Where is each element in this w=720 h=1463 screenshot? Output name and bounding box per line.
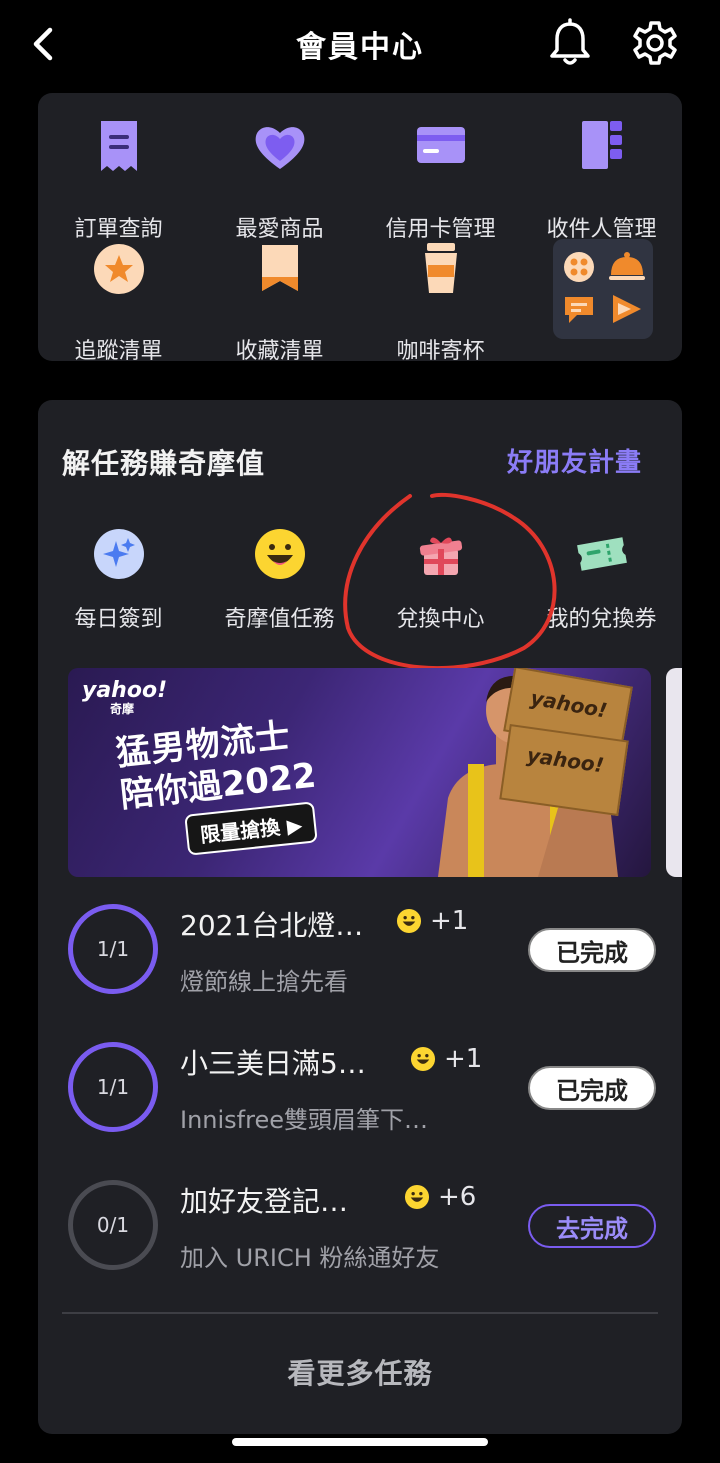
- star-badge-icon: [93, 244, 144, 294]
- section-title: 解任務賺奇摩值: [62, 447, 266, 480]
- tab-label: 奇摩值任務: [224, 607, 335, 632]
- quick-links-card: 訂單查詢 最愛商品 信用卡管理 收件人管理 追蹤清單 收藏清單 咖啡寄杯: [38, 93, 682, 364]
- task-name: 加好友登記…: [180, 1185, 349, 1218]
- task-points: +6: [404, 1182, 476, 1212]
- progress-ring: 1/1: [68, 1042, 158, 1132]
- heart-icon: [255, 127, 304, 169]
- points-value: +6: [438, 1182, 477, 1212]
- promo-banner[interactable]: yahoo! 奇摩 猛男物流士 陪你過2022 限量搶換 ▶ yahoo! ya…: [68, 668, 651, 877]
- task-status-button[interactable]: 已完成: [528, 1066, 656, 1110]
- home-indicator[interactable]: [232, 1438, 488, 1446]
- sparkle-icon: [93, 529, 144, 579]
- task-description: 燈節線上搶先看: [180, 968, 348, 996]
- ticket-icon: [576, 537, 627, 571]
- more-tasks-button[interactable]: 看更多任務: [38, 1352, 682, 1392]
- task-name: 2021台北燈…: [180, 909, 364, 942]
- task-description: 加入 URICH 粉絲通好友: [180, 1244, 440, 1272]
- task-status-button[interactable]: 已完成: [528, 928, 656, 972]
- receipt-icon: [100, 121, 137, 171]
- banner-cta-button[interactable]: 限量搶換 ▶: [184, 801, 319, 856]
- progress-ring: 0/1: [68, 1180, 158, 1270]
- smiley-icon: [410, 1046, 436, 1072]
- task-row: 0/1 加好友登記… +6 加入 URICH 粉絲通好友 去完成: [62, 1180, 658, 1290]
- page-title: 會員中心: [296, 30, 424, 65]
- media-services-tile[interactable]: [553, 239, 653, 339]
- gear-icon[interactable]: [630, 18, 680, 68]
- annotation-circle: [343, 492, 557, 671]
- gift-icon: [419, 537, 462, 575]
- task-description: Innisfree雙頭眉筆下…: [180, 1106, 428, 1134]
- bell-icon[interactable]: [546, 18, 594, 68]
- task-points: +1: [410, 1044, 482, 1074]
- quick-link-label: 追蹤清單: [74, 339, 163, 364]
- quick-link-label: 信用卡管理: [385, 217, 496, 242]
- contact-list-icon: [581, 121, 622, 169]
- smiley-icon: [254, 529, 305, 579]
- smiley-icon: [404, 1184, 430, 1210]
- task-status-button[interactable]: 去完成: [528, 1204, 656, 1248]
- smiley-icon: [396, 908, 422, 934]
- banner-brand-sub: 奇摩: [110, 702, 135, 716]
- task-points: +1: [396, 906, 468, 936]
- quick-link-label: 訂單查詢: [74, 217, 163, 242]
- quick-link-label: 最愛商品: [235, 217, 324, 242]
- task-row: 1/1 2021台北燈… +1 燈節線上搶先看 已完成: [62, 904, 658, 1014]
- media-services-icon: [564, 252, 645, 323]
- coffee-cup-icon: [424, 243, 457, 293]
- bookmark-icon: [261, 245, 298, 291]
- quick-link-label: 收藏清單: [235, 339, 324, 364]
- divider: [62, 1312, 658, 1314]
- missions-card: 解任務賺奇摩值 好朋友計畫 每日簽到 奇摩值任務 兌換中心 我的兌換券 yaho…: [38, 400, 682, 1434]
- tab-label: 兌換中心: [396, 607, 485, 632]
- quick-link-label: 咖啡寄杯: [396, 339, 485, 364]
- progress-ring: 1/1: [68, 904, 158, 994]
- points-value: +1: [430, 906, 469, 936]
- points-value: +1: [444, 1044, 483, 1074]
- credit-card-icon: [416, 127, 465, 163]
- tab-label: 我的兌換券: [546, 607, 657, 632]
- friend-program-link[interactable]: 好朋友計畫: [507, 442, 642, 479]
- task-row: 1/1 小三美日滿5… +1 Innisfree雙頭眉筆下… 已完成: [62, 1042, 658, 1152]
- app-header: 會員中心: [0, 0, 720, 88]
- next-banner-peek[interactable]: [666, 668, 682, 877]
- task-name: 小三美日滿5…: [180, 1047, 366, 1080]
- tab-label: 每日簽到: [74, 607, 163, 632]
